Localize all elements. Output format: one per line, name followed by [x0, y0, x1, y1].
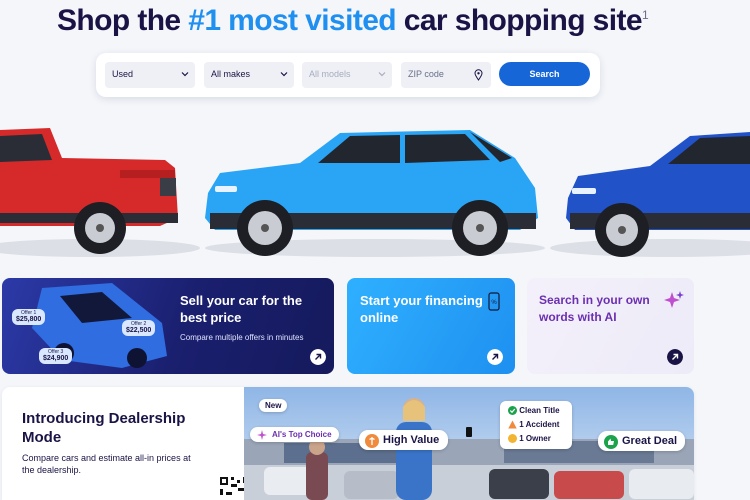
model-value: All models: [309, 69, 351, 79]
title-suffix: car shopping site: [396, 4, 643, 37]
blue-suv: [205, 130, 538, 256]
cars-hero-image: [0, 128, 750, 257]
new-badge: New: [259, 399, 288, 412]
ai-top-choice-label: AI's Top Choice: [272, 430, 332, 439]
financing-card-title: Start your financing online: [360, 293, 483, 325]
make-value: All makes: [211, 69, 251, 79]
offer-amount: $24,900: [43, 355, 69, 362]
red-truck: [0, 128, 178, 254]
thumbs-up-icon: [604, 435, 618, 449]
high-value-label: High Value: [383, 434, 440, 446]
warning-icon: [508, 420, 517, 429]
title-prefix: Shop the: [57, 4, 189, 37]
condition-select[interactable]: Used: [105, 62, 195, 88]
arrow-up-right-icon[interactable]: [310, 349, 326, 365]
sell-card-subtitle: Compare multiple offers in minutes: [180, 333, 304, 342]
offer-badge: Offer 2 $22,500: [122, 320, 156, 336]
svg-text:%: %: [491, 300, 497, 306]
chevron-down-icon: [378, 72, 386, 77]
arrow-up-right-icon[interactable]: [487, 349, 503, 365]
sparkle-icon: [664, 291, 684, 308]
clean-title-row: Clean Title: [508, 406, 560, 416]
arrow-up-right-icon[interactable]: [667, 349, 683, 365]
offer-amount: $25,800: [16, 316, 42, 323]
ai-top-choice-chip: AI's Top Choice: [250, 427, 339, 442]
sparkle-icon: [257, 430, 267, 440]
great-deal-chip: Great Deal: [598, 431, 686, 451]
offer-badge: Offer 3 $24,900: [39, 348, 73, 364]
search-button[interactable]: Search: [499, 62, 590, 86]
sell-card-title: Sell your car for the best price: [180, 293, 303, 325]
owner-row: 1 Owner: [508, 434, 551, 444]
ai-card-title: Search in your own words with AI: [539, 293, 650, 324]
value-icon: [365, 434, 379, 448]
phone-percent-icon: %: [488, 292, 500, 311]
search-bar: Used All makes All models ZIP code Searc…: [96, 53, 600, 97]
offer-amount: $22,500: [126, 327, 152, 334]
location-pin-icon: [474, 69, 483, 81]
high-value-chip: High Value: [359, 430, 449, 450]
info-icon: [508, 434, 517, 444]
accident-row: 1 Accident: [508, 420, 559, 429]
title-footnote: 1: [641, 8, 649, 22]
zip-placeholder: ZIP code: [408, 69, 444, 79]
chevron-down-icon: [280, 72, 288, 77]
clean-title-label: Clean Title: [519, 406, 560, 415]
vehicle-history-chip: Clean Title 1 Accident 1 Owner: [500, 401, 572, 449]
zip-input[interactable]: ZIP code: [401, 62, 491, 88]
one-owner-label: 1 Owner: [519, 434, 551, 443]
title-accent: #1 most visited: [188, 4, 397, 37]
banner-title: Introducing Dealership Mode: [22, 410, 186, 446]
one-accident-label: 1 Accident: [519, 420, 560, 429]
check-icon: [508, 406, 517, 416]
sell-car-card[interactable]: Offer 1 $25,800 Offer 2 $22,500 Offer 3 $24…: [2, 278, 334, 374]
financing-card[interactable]: Start your financing online %: [347, 278, 515, 374]
dark-blue-suv: [566, 132, 750, 257]
model-select[interactable]: All models: [302, 62, 392, 88]
great-deal-label: Great Deal: [622, 435, 678, 447]
page-title: Shop the #1 most visited car shopping si…: [57, 4, 649, 38]
dealership-mode-banner[interactable]: Introducing Dealership Mode Compare cars…: [2, 387, 694, 500]
condition-value: Used: [112, 69, 134, 79]
make-select[interactable]: All makes: [204, 62, 294, 88]
chevron-down-icon: [181, 72, 189, 77]
offer-badge: Offer 1 $25,800: [12, 309, 46, 325]
ai-search-card[interactable]: Search in your own words with AI: [527, 278, 694, 374]
banner-subtitle: Compare cars and estimate all-in prices …: [22, 453, 191, 475]
